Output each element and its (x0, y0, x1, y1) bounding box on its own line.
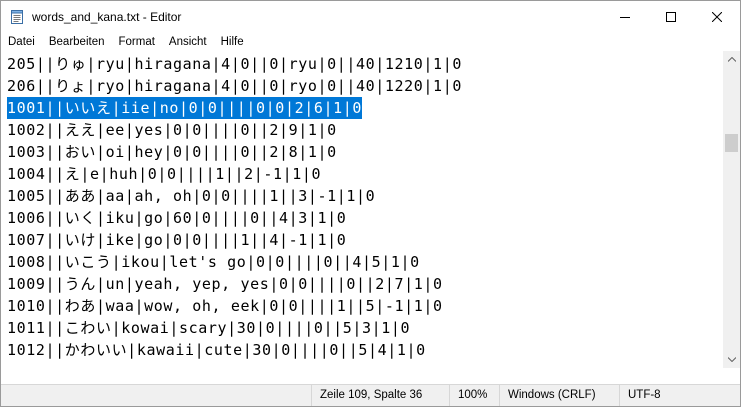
line-ending: Windows (CRLF) (499, 385, 596, 406)
scrollbar-thumb[interactable] (725, 133, 738, 152)
selected-text-line[interactable]: 1001||いいえ|iie|no|0|0||||0|0|2|6|1|0 (7, 97, 362, 119)
close-button[interactable] (694, 1, 740, 32)
cursor-position: Zeile 109, Spalte 36 (311, 385, 422, 406)
window-title: words_and_kana.txt - Editor (32, 9, 182, 24)
minimize-button[interactable] (602, 1, 648, 32)
vertical-scrollbar[interactable] (723, 51, 740, 368)
text-line[interactable]: 1005||ああ|aa|ah, oh|0|0||||1||3|-1|1|0 (7, 185, 375, 207)
minimize-icon (620, 16, 630, 18)
text-line[interactable]: 1004||え|e|huh|0|0||||1||2|-1|1|0 (7, 163, 321, 185)
text-area[interactable]: 205||りゅ|ryu|hiragana|4|0||0|ryu|0||40|12… (1, 51, 725, 368)
scroll-down-button[interactable] (723, 351, 740, 368)
text-line[interactable]: 1012||かわいい|kawaii|cute|30|0||||0||5|4|1|… (7, 339, 426, 361)
menu-file[interactable]: Datei (8, 36, 35, 48)
encoding: UTF-8 (619, 385, 661, 406)
menu-edit[interactable]: Bearbeiten (49, 36, 105, 48)
notepad-icon (9, 9, 25, 25)
menu-help[interactable]: Hilfe (221, 36, 244, 48)
title-bar[interactable]: words_and_kana.txt - Editor (1, 1, 740, 32)
text-line[interactable]: 1008||いこう|ikou|let's go|0|0||||0||4|5|1|… (7, 251, 420, 273)
text-line[interactable]: 1010||わあ|waa|wow, oh, eek|0|0||||1||5|-1… (7, 295, 443, 317)
menu-format[interactable]: Format (118, 36, 154, 48)
editor-window: words_and_kana.txt - Editor Datei Bearbe… (0, 0, 741, 407)
text-line[interactable]: 205||りゅ|ryu|hiragana|4|0||0|ryu|0||40|12… (7, 53, 462, 75)
text-line[interactable]: 1003||おい|oi|hey|0|0||||0||2|8|1|0 (7, 141, 337, 163)
chevron-down-icon (727, 357, 736, 362)
window-controls (602, 1, 740, 32)
menu-view[interactable]: Ansicht (169, 36, 207, 48)
text-line[interactable]: 1002||ええ|ee|yes|0|0||||0||2|9|1|0 (7, 119, 337, 141)
text-line[interactable]: 1006||いく|iku|go|60|0||||0||4|3|1|0 (7, 207, 346, 229)
maximize-button[interactable] (648, 1, 694, 32)
text-line[interactable]: 206||りょ|ryo|hiragana|4|0||0|ryo|0||40|12… (7, 75, 462, 97)
text-line[interactable]: 1009||うん|un|yeah, yep, yes|0|0||||0||2|7… (7, 273, 443, 295)
maximize-icon (666, 11, 676, 22)
zoom-level: 100% (449, 385, 487, 406)
menu-bar: Datei Bearbeiten Format Ansicht Hilfe (1, 32, 740, 51)
close-icon (712, 11, 722, 22)
scroll-up-button[interactable] (723, 51, 740, 68)
chevron-up-icon (727, 57, 736, 62)
text-line[interactable]: 1007||いけ|ike|go|0|0||||1||4|-1|1|0 (7, 229, 346, 251)
status-bar: Zeile 109, Spalte 36 100% Windows (CRLF)… (1, 384, 740, 406)
text-line[interactable]: 1011||こわい|kowai|scary|30|0||||0||5|3|1|0 (7, 317, 410, 339)
